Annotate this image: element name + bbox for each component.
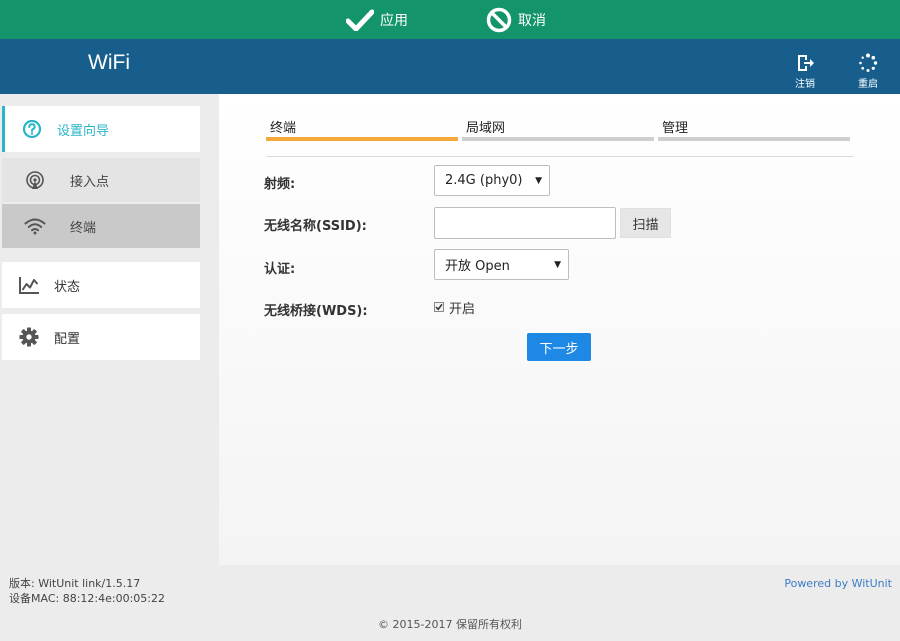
logout-label: 注销 bbox=[795, 79, 815, 90]
wds-checkbox-label: 开启 bbox=[449, 302, 476, 317]
sidebar-item-label: 状态 bbox=[54, 279, 81, 295]
apply-label: 应用 bbox=[380, 12, 408, 29]
ssid-label: 无线名称(SSID): bbox=[264, 219, 367, 234]
sidebar: 设置向导 接入点 终端 状态 配置 bbox=[0, 94, 219, 565]
tab-label: 终端 bbox=[270, 121, 297, 136]
sidebar-item-label: 配置 bbox=[54, 331, 81, 347]
ssid-input[interactable] bbox=[434, 207, 616, 239]
sidebar-item-label: 终端 bbox=[70, 220, 97, 236]
sidebar-item-label: 设置向导 bbox=[57, 123, 110, 139]
wds-checkbox[interactable] bbox=[434, 302, 444, 312]
tab-label: 局域网 bbox=[466, 121, 506, 136]
ban-icon bbox=[486, 7, 512, 32]
caret-down-icon: ▼ bbox=[535, 175, 542, 186]
tab-indicator bbox=[462, 137, 654, 141]
wifi-icon bbox=[24, 215, 46, 237]
tab-label: 管理 bbox=[662, 121, 689, 136]
mac-text: 设备MAC: 88:12:4e:00:05:22 bbox=[9, 592, 165, 605]
powered-by-link[interactable]: Powered by WitUnit bbox=[784, 577, 892, 590]
sidebar-item-status[interactable]: 状态 bbox=[2, 262, 200, 308]
action-bar: 应用 取消 bbox=[0, 0, 900, 39]
checkmark-icon bbox=[435, 303, 443, 311]
sidebar-item-label: 接入点 bbox=[70, 174, 110, 190]
sidebar-item-access-point[interactable]: 接入点 bbox=[2, 158, 200, 202]
scan-button[interactable]: 扫描 bbox=[620, 208, 671, 238]
auth-label: 认证: bbox=[264, 262, 296, 277]
sidebar-item-wizard[interactable]: 设置向导 bbox=[2, 106, 200, 152]
caret-down-icon: ▼ bbox=[554, 259, 561, 270]
gear-icon bbox=[18, 326, 40, 348]
check-icon bbox=[346, 9, 374, 31]
auth-value: 开放 Open bbox=[445, 259, 510, 274]
sidebar-item-config[interactable]: 配置 bbox=[2, 314, 200, 360]
tab-indicator bbox=[266, 137, 458, 141]
freq-label: 射频: bbox=[264, 177, 296, 192]
tab-indicator bbox=[658, 137, 850, 141]
sidebar-item-terminal[interactable]: 终端 bbox=[2, 204, 200, 248]
tab-lan[interactable]: 局域网 bbox=[462, 115, 654, 141]
reboot-button[interactable]: 重启 bbox=[853, 53, 883, 90]
cancel-button[interactable]: 取消 bbox=[486, 0, 546, 39]
freq-value: 2.4G (phy0) bbox=[445, 173, 523, 188]
reboot-label: 重启 bbox=[858, 79, 878, 90]
cancel-label: 取消 bbox=[518, 12, 546, 29]
brand-title: WiFi bbox=[88, 51, 130, 74]
line-chart-icon bbox=[18, 274, 40, 296]
freq-select[interactable]: 2.4G (phy0) ▼ bbox=[434, 165, 550, 196]
question-circle-icon bbox=[21, 118, 43, 140]
tab-management[interactable]: 管理 bbox=[658, 115, 850, 141]
version-info: 版本: WitUnit link/1.5.17 设备MAC: 88:12:4e:… bbox=[9, 576, 165, 606]
divider bbox=[266, 156, 854, 157]
next-button[interactable]: 下一步 bbox=[527, 333, 591, 361]
logout-button[interactable]: 注销 bbox=[790, 53, 820, 90]
tab-terminal[interactable]: 终端 bbox=[266, 115, 458, 141]
footer: 版本: WitUnit link/1.5.17 设备MAC: 88:12:4e:… bbox=[0, 565, 900, 641]
spinner-icon bbox=[859, 53, 878, 72]
logout-icon bbox=[798, 55, 814, 71]
antenna-icon bbox=[24, 169, 46, 191]
copyright: © 2015-2017 保留所有权利 bbox=[378, 618, 522, 631]
header: WiFi 注销 重启 bbox=[0, 39, 900, 94]
wds-label: 无线桥接(WDS): bbox=[264, 304, 368, 319]
version-text: 版本: WitUnit link/1.5.17 bbox=[9, 577, 141, 590]
main-panel: 终端 局域网 管理 射频: 2.4G (phy0) ▼ 无线名称(SSID): … bbox=[219, 94, 900, 565]
auth-select[interactable]: 开放 Open ▼ bbox=[434, 249, 569, 280]
apply-button[interactable]: 应用 bbox=[346, 0, 408, 39]
